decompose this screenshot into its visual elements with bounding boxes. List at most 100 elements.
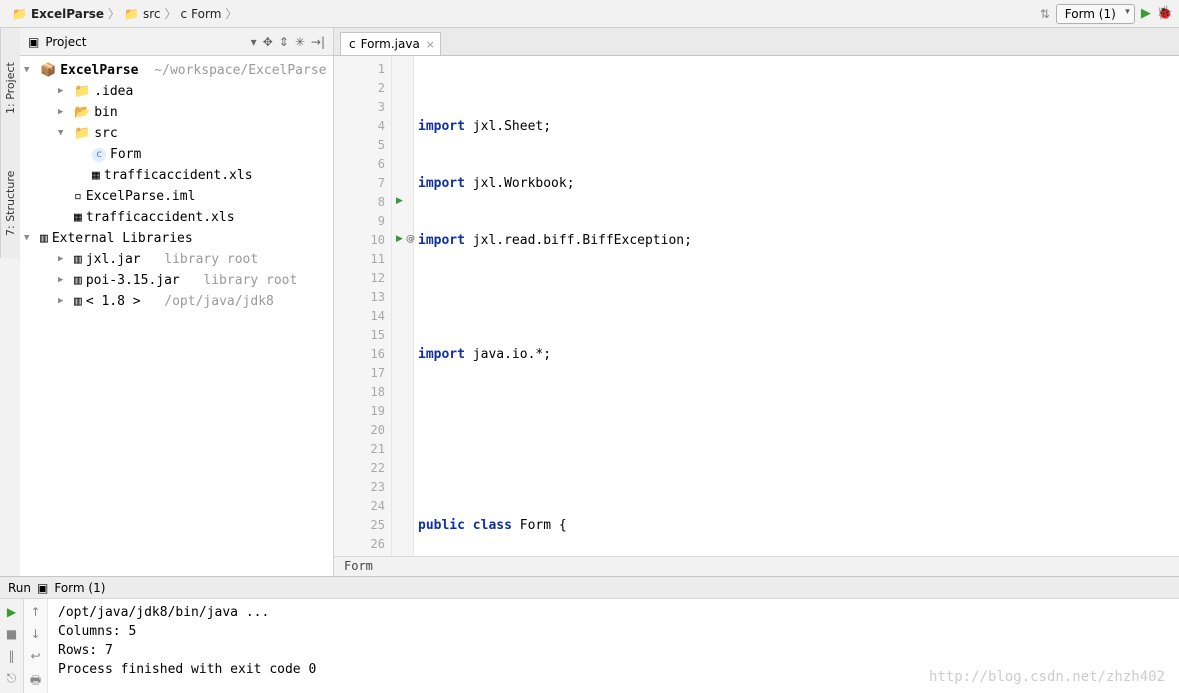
editor-area: c Form.java × 1234 5678 9101112 13141516…: [334, 28, 1179, 576]
tree-label: ExcelParse.iml: [86, 186, 196, 207]
tree-label: .idea: [94, 81, 133, 102]
chevron-down-icon[interactable]: ▼: [24, 228, 36, 249]
project-pane-title: Project: [45, 35, 86, 49]
run-gutter-icon[interactable]: ▶: [396, 234, 403, 244]
exit-icon[interactable]: ⎋: [7, 671, 17, 686]
library-label: < 1.8 >: [86, 291, 141, 312]
xls-icon: ▦: [74, 207, 82, 228]
gutter-line-numbers: 1234 5678 9101112 13141516 17181920 2122…: [334, 56, 392, 556]
library-label: poi-3.15.jar: [86, 270, 180, 291]
tree-label: src: [94, 123, 117, 144]
run-title: Run: [8, 581, 31, 595]
breadcrumb[interactable]: 📁 ExcelParse 〉 📁 src 〉 c Form 〉: [6, 5, 243, 22]
library-hint: library root: [203, 270, 297, 291]
target-icon[interactable]: ✥: [263, 35, 273, 49]
chevron-right-icon[interactable]: ▶: [58, 270, 70, 291]
run-toolbar-left2: ↑ ↓ ↩ 🖶: [24, 599, 48, 693]
library-icon: ▥: [74, 270, 82, 291]
module-icon: 📦: [40, 60, 56, 81]
tree-item[interactable]: ▦trafficaccident.xls: [20, 207, 333, 228]
chevron-down-icon[interactable]: ▾: [251, 35, 257, 49]
down-icon[interactable]: ↓: [30, 627, 40, 641]
build-icon[interactable]: ⇅: [1040, 7, 1050, 21]
chevron-right-icon: 〉: [225, 5, 237, 22]
breadcrumb-bar: 📁 ExcelParse 〉 📁 src 〉 c Form 〉 ⇅ Form (…: [0, 0, 1179, 28]
ext-lib-label: External Libraries: [52, 228, 193, 249]
xls-icon: ▦: [92, 165, 100, 186]
project-icon: 📁: [12, 7, 27, 21]
pause-icon[interactable]: ‖: [9, 649, 15, 663]
root-hint: ~/workspace/ExcelParse: [154, 60, 326, 81]
library-item[interactable]: ▶▥jxl.jar library root: [20, 249, 333, 270]
gutter-marks: ▶ ▶ @: [392, 56, 414, 556]
up-icon[interactable]: ↑: [30, 605, 40, 619]
folder-icon: 📁: [74, 81, 90, 102]
console-line: /opt/java/jdk8/bin/java ...: [58, 603, 1169, 622]
external-libraries[interactable]: ▼ ▥ External Libraries: [20, 228, 333, 249]
run-config-icon: ▣: [37, 581, 48, 595]
run-console[interactable]: /opt/java/jdk8/bin/java ... Columns: 5 R…: [48, 599, 1179, 693]
tree-arrow[interactable]: ▶: [58, 102, 70, 123]
library-icon: ▥: [74, 249, 82, 270]
tab-form-java[interactable]: c Form.java ×: [340, 32, 441, 55]
print-icon[interactable]: 🖶: [30, 671, 41, 692]
run-icon[interactable]: ▶: [1141, 6, 1151, 21]
file-icon: ▫: [74, 186, 82, 207]
tree-root[interactable]: ▼ 📦 ExcelParse ~/workspace/ExcelParse: [20, 60, 333, 81]
run-gutter-icon[interactable]: ▶: [396, 196, 403, 206]
debug-icon[interactable]: 🐞: [1157, 6, 1173, 21]
editor-tabs: c Form.java ×: [334, 28, 1179, 56]
tree-arrow[interactable]: ▶: [58, 81, 70, 102]
tree-item[interactable]: ▫ExcelParse.iml: [20, 186, 333, 207]
console-line: Rows: 7: [58, 641, 1169, 660]
gear-icon[interactable]: ✳: [295, 35, 305, 49]
crumb-src: src: [143, 7, 161, 21]
class-icon: c: [349, 37, 356, 51]
class-icon: c: [181, 7, 188, 21]
close-icon[interactable]: ×: [426, 38, 435, 51]
collapse-icon[interactable]: ⇕: [279, 35, 289, 49]
root-name: ExcelParse: [60, 60, 138, 81]
structure-toolwindow-stub[interactable]: 7: Structure: [0, 148, 20, 258]
code-editor[interactable]: import jxl.Sheet; import jxl.Workbook; i…: [414, 56, 1179, 556]
folder-icon: 📁: [124, 7, 139, 21]
library-item[interactable]: ▶▥< 1.8 > /opt/java/jdk8: [20, 291, 333, 312]
run-config-label: Form (1): [1065, 7, 1116, 21]
library-item[interactable]: ▶▥poi-3.15.jar library root: [20, 270, 333, 291]
run-header: Run ▣ Form (1): [0, 577, 1179, 599]
tree-label: bin: [94, 102, 117, 123]
run-tool-window: Run ▣ Form (1) ▶ ■ ‖ ⎋ ↑ ↓ ↩ 🖶 /opt/java…: [0, 576, 1179, 693]
library-hint: /opt/java/jdk8: [164, 291, 274, 312]
chevron-right-icon: 〉: [108, 5, 120, 22]
project-tree[interactable]: ▼ 📦 ExcelParse ~/workspace/ExcelParse ▶📁…: [20, 56, 333, 316]
folder-b-icon: 📁: [74, 123, 90, 144]
tree-item[interactable]: ▶📁.idea: [20, 81, 333, 102]
chevron-right-icon[interactable]: ▶: [58, 291, 70, 312]
editor-breadcrumb[interactable]: Form: [334, 556, 1179, 576]
project-pane-header: ▣ Project ▾ ✥ ⇕ ✳ →|: [20, 28, 333, 56]
rerun-icon[interactable]: ▶: [7, 605, 16, 619]
watermark: http://blog.csdn.net/zhzh402: [929, 668, 1165, 687]
stop-icon[interactable]: ■: [6, 627, 17, 641]
crumb-project: ExcelParse: [31, 7, 104, 21]
tree-label: Form: [110, 144, 141, 165]
tree-item[interactable]: c Form: [20, 144, 333, 165]
tree-arrow[interactable]: ▼: [58, 123, 70, 144]
class-icon: c: [92, 148, 106, 162]
tree-item[interactable]: ▼📁src: [20, 123, 333, 144]
hide-icon[interactable]: →|: [311, 35, 325, 49]
tree-item[interactable]: ▦trafficaccident.xls: [20, 165, 333, 186]
project-toolwindow-stub[interactable]: 1: Project: [0, 28, 20, 148]
chevron-right-icon[interactable]: ▶: [58, 249, 70, 270]
run-config-dropdown[interactable]: Form (1): [1056, 4, 1135, 24]
run-toolbar-left: ▶ ■ ‖ ⎋: [0, 599, 24, 693]
library-icon: ▥: [74, 291, 82, 312]
folder-o-icon: 📂: [74, 102, 90, 123]
chevron-down-icon[interactable]: ▼: [24, 60, 36, 81]
soft-wrap-icon[interactable]: ↩: [30, 649, 40, 663]
project-view-icon: ▣: [28, 35, 39, 49]
tree-item[interactable]: ▶📂bin: [20, 102, 333, 123]
library-hint: library root: [164, 249, 258, 270]
tab-label: Form.java: [361, 37, 420, 51]
library-label: jxl.jar: [86, 249, 141, 270]
